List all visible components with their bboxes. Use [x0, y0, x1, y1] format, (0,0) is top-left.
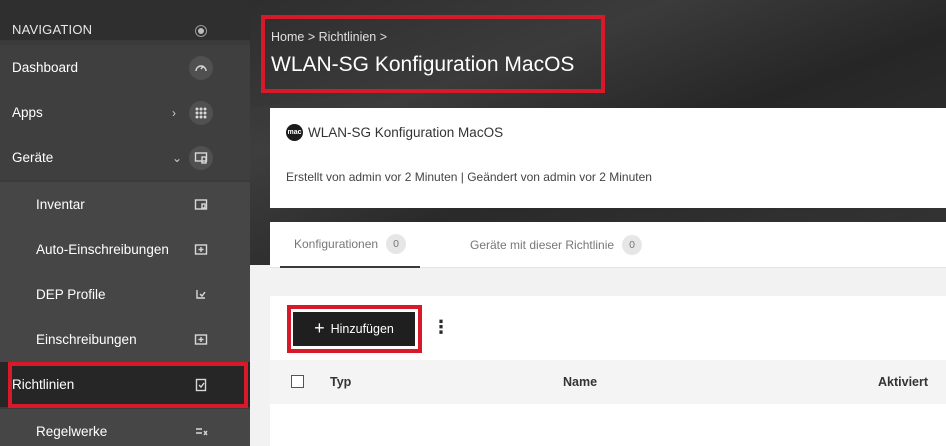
tab-label: Konfigurationen	[294, 237, 379, 251]
sidebar-item-dep-profile[interactable]: DEP Profile	[0, 272, 250, 317]
sidebar-item-label: Auto-Einschreibungen	[36, 242, 169, 257]
tab-geraete-mit-richtlinie[interactable]: Geräte mit dieser Richtlinie 0	[470, 222, 643, 268]
auto-enroll-icon	[189, 238, 213, 262]
grid-icon	[189, 100, 213, 125]
sidebar-item-dashboard[interactable]: Dashboard	[0, 45, 250, 90]
sidebar-item-label: Geräte	[12, 150, 54, 165]
sidebar-header: NAVIGATION	[0, 0, 250, 40]
add-button[interactable]: + Hinzufügen	[293, 312, 415, 346]
plus-icon: +	[314, 318, 325, 338]
sidebar-header-label: NAVIGATION	[12, 22, 93, 37]
sidebar-item-label: Dashboard	[12, 60, 79, 75]
select-all-checkbox[interactable]	[291, 375, 304, 388]
pin-icon[interactable]	[192, 22, 210, 40]
mac-os-icon: mac	[286, 124, 303, 141]
policy-info-card	[270, 108, 946, 208]
tab-konfigurationen[interactable]: Konfigurationen 0	[280, 222, 421, 268]
sidebar-item-auto-einschreibungen[interactable]: Auto-Einschreibungen	[0, 227, 250, 272]
gauge-icon	[189, 55, 213, 80]
column-header-name[interactable]: Name	[563, 375, 597, 389]
chevron-down-icon: ⌄	[172, 150, 183, 165]
sidebar-item-label: Einschreibungen	[36, 332, 137, 347]
sidebar-item-inventar[interactable]: Inventar	[0, 182, 250, 227]
sidebar-item-label: Inventar	[36, 197, 85, 212]
tab-count-badge: 0	[622, 235, 643, 255]
add-button-label: Hinzufügen	[330, 322, 394, 336]
sidebar-item-einschreibungen[interactable]: Einschreibungen	[0, 317, 250, 362]
sidebar-item-geraete[interactable]: Geräte ⌄	[0, 135, 250, 180]
breadcrumb[interactable]: Home > Richtlinien >	[271, 30, 387, 44]
table-header	[270, 360, 946, 404]
policy-meta: Erstellt von admin vor 2 Minuten | Geänd…	[286, 170, 652, 184]
policy-name: WLAN-SG Konfiguration MacOS	[308, 125, 504, 140]
sidebar-item-label: DEP Profile	[36, 287, 106, 302]
inventory-icon	[189, 193, 213, 217]
sidebar-item-label: Apps	[12, 105, 43, 120]
ruleset-icon	[189, 420, 213, 444]
more-options-icon[interactable]: ⋮	[432, 318, 450, 336]
sidebar-item-label: Regelwerke	[36, 424, 108, 439]
sidebar-item-regelwerke[interactable]: Regelwerke	[0, 409, 250, 446]
dep-profile-icon	[189, 283, 213, 307]
tab-count-badge: 0	[386, 234, 407, 254]
richtlinien-highlight	[8, 362, 248, 408]
enroll-icon	[189, 328, 213, 352]
column-header-aktiviert[interactable]: Aktiviert	[878, 375, 928, 389]
column-header-typ[interactable]: Typ	[330, 375, 351, 389]
chevron-right-icon: ›	[172, 105, 176, 120]
tab-label: Geräte mit dieser Richtlinie	[470, 238, 615, 252]
page-title: WLAN-SG Konfiguration MacOS	[271, 53, 575, 76]
sidebar-item-apps[interactable]: Apps ›	[0, 90, 250, 135]
devices-icon	[189, 145, 213, 170]
